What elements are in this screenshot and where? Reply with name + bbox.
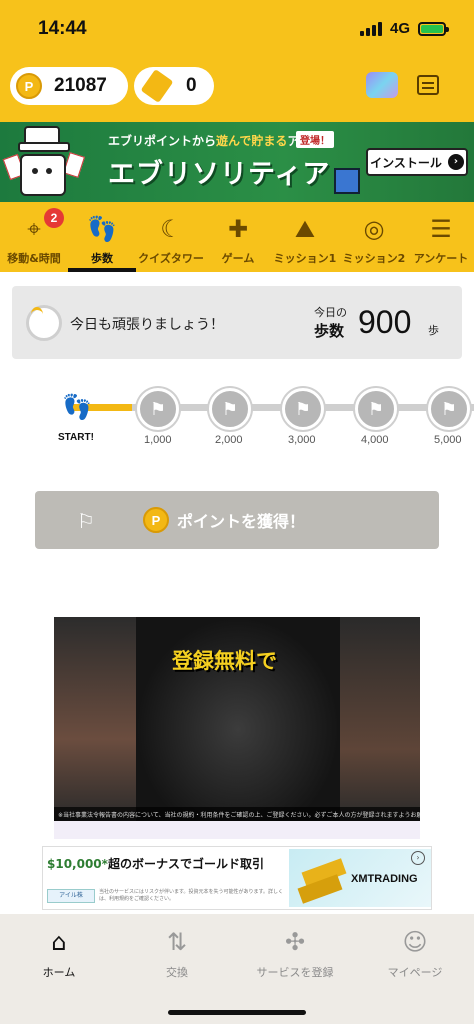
gacha-icon[interactable] [366, 72, 398, 98]
category-tabs: ⌖ 2 移動&時間 👣 歩数 ☾ クイズタワー ✚ ゲーム ⛰ ミッション1 ◎… [0, 202, 474, 272]
banner-title: エブリソリティア [108, 159, 331, 190]
milestone-label: 3,000 [288, 434, 316, 446]
encouragement-text: 今日も頑張りましょう！ [70, 317, 224, 333]
video-ad-footer [54, 821, 420, 839]
person-icon: ☺ [402, 928, 428, 956]
point-coin-icon: P [143, 507, 169, 533]
milestone-label: 4,000 [361, 434, 389, 446]
ad-disclaimer: 当社のサービスにはリスクが伴います。投資元本を失う可能性があります。詳しくは、利… [99, 889, 284, 902]
tab-game[interactable]: ✚ ゲーム [206, 202, 270, 272]
ad-close-icon[interactable]: › [411, 851, 425, 865]
nav-mypage[interactable]: ☺ マイページ [356, 922, 474, 986]
tab-mission-2[interactable]: ◎ ミッション2 [340, 202, 408, 272]
cube-icon [334, 168, 360, 194]
tab-steps[interactable]: 👣 歩数 [68, 202, 136, 272]
exchange-icon: ⇅ [166, 928, 188, 956]
chevron-right-icon: › [447, 154, 464, 170]
milestone-label: 1,000 [144, 434, 172, 446]
ad-brand: XMTRADING [351, 873, 418, 885]
points-value: 21087 [54, 75, 107, 96]
survey-icon: ☰ [430, 215, 452, 243]
milestone-label: 2,000 [215, 434, 243, 446]
tickets-value: 0 [186, 75, 197, 96]
today-label: 今日の [314, 306, 347, 319]
steps-count: 900 [358, 304, 412, 340]
start-label: START! [58, 432, 94, 443]
video-ad[interactable]: 登録無料で ※当社事業法令報告書の内容について、当社の規約・利用条件をご確認の上… [54, 617, 420, 821]
mountain-flag-icon: ⛰ [294, 215, 316, 243]
notification-badge: 2 [44, 208, 64, 228]
ticket-icon [140, 69, 174, 103]
flag-icon: ⚑ [367, 398, 385, 420]
ad-small-logo: アイル株 [47, 889, 95, 903]
tab-move-time[interactable]: ⌖ 2 移動&時間 [0, 202, 68, 272]
home-indicator[interactable] [168, 1010, 306, 1015]
flag-icon: ⚐ [77, 509, 95, 533]
steps-summary-card: 今日も頑張りましょう！ 今日の 歩数 900 歩 [12, 286, 462, 359]
milestone-4000[interactable]: ⚑ [355, 388, 397, 430]
banner-tag: 登場！ [296, 131, 334, 148]
milestone-label: 5,000 [434, 434, 462, 446]
steps-label: 歩数 [314, 322, 345, 340]
milestone-1000[interactable]: ⚑ [137, 388, 179, 430]
tab-mission-1[interactable]: ⛰ ミッション1 [270, 202, 340, 272]
ad-headline: $10,000*超のボーナスでゴールド取引 [47, 857, 264, 871]
flag-icon: ⚑ [221, 398, 239, 420]
moon-icon: ☾ [160, 215, 182, 243]
flag-icon: ⚑ [440, 398, 458, 420]
point-coin-icon: P [16, 73, 42, 99]
nav-exchange[interactable]: ⇅ 交換 [118, 922, 236, 986]
battery-icon [418, 21, 449, 36]
start-footprints-icon: 👣 [62, 393, 92, 421]
get-points-button[interactable]: ⚐ P ポイントを獲得！ [35, 491, 439, 549]
milestone-3000[interactable]: ⚑ [282, 388, 324, 430]
points-pill[interactable]: P 21087 [10, 67, 128, 105]
flag-icon: ⚑ [294, 398, 312, 420]
target-icon: ◎ [363, 215, 385, 243]
mascot-image [2, 126, 86, 198]
gamepad-icon: ✚ [227, 215, 249, 243]
status-indicators: 4G [359, 20, 449, 37]
nav-register-service[interactable]: ✣ サービスを登録 [236, 922, 354, 986]
milestone-track [70, 404, 474, 411]
milestone-5000[interactable]: ⚑ [428, 388, 470, 430]
tab-quiz-tower[interactable]: ☾ クイズタワー [136, 202, 206, 272]
progress-ring-icon [26, 305, 62, 341]
tickets-pill[interactable]: 0 [134, 67, 214, 105]
bottom-navigation: ⌂ ホーム ⇅ 交換 ✣ サービスを登録 ☺ マイページ [0, 914, 474, 1024]
milestone-2000[interactable]: ⚑ [209, 388, 251, 430]
home-icon: ⌂ [51, 928, 67, 956]
get-points-label: ポイントを獲得！ [177, 512, 306, 531]
puzzle-icon: ✣ [284, 928, 306, 956]
app-header: 14:44 4G P 21087 0 [0, 0, 474, 122]
status-time: 14:44 [38, 18, 87, 39]
install-button[interactable]: インストール › [366, 148, 468, 176]
tab-survey[interactable]: ☰ アンケート [408, 202, 474, 272]
steps-unit: 歩 [428, 324, 439, 337]
banner-subtitle: エブリポイントから遊んで貯まるアプリ [108, 134, 323, 148]
message-icon[interactable] [417, 75, 439, 95]
signal-icon [359, 21, 382, 36]
video-disclaimer: ※当社事業法令報告書の内容について、当社の規約・利用条件をご確認の上、ご登録くだ… [54, 807, 420, 821]
network-type: 4G [389, 20, 410, 37]
banner-ad[interactable]: $10,000*超のボーナスでゴールド取引 アイル株 当社のサービスにはリスクが… [42, 846, 432, 910]
nav-home[interactable]: ⌂ ホーム [0, 922, 118, 986]
footprints-icon: 👣 [87, 215, 117, 243]
video-caption: 登録無料で [172, 649, 277, 673]
ad-image: XMTRADING [289, 849, 431, 907]
flag-icon: ⚑ [149, 398, 167, 420]
